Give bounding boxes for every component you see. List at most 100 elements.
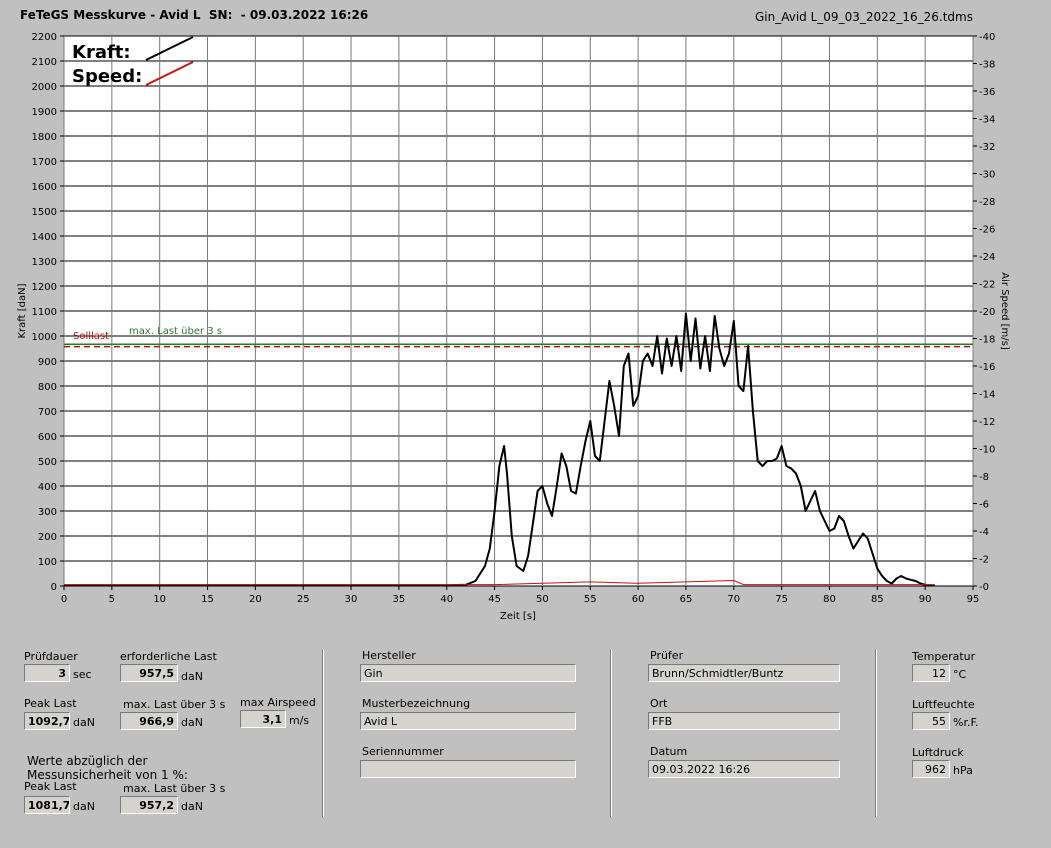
y2-tick-label: -16: [979, 362, 995, 373]
x-tick-label: 80: [823, 594, 836, 605]
peak-last-label: Peak Last: [24, 697, 77, 710]
y-tick-label: 600: [38, 432, 57, 443]
x-tick-label: 85: [871, 594, 884, 605]
y-tick-label: 0: [51, 582, 57, 593]
y2-tick-label: -20: [979, 307, 995, 318]
y2-tick-label: -36: [979, 87, 995, 98]
musterbezeichnung-field: Avid L: [360, 712, 576, 730]
x-tick-label: 95: [967, 594, 980, 605]
y-tick-label: 1100: [32, 307, 57, 318]
datum-label: Datum: [650, 745, 688, 758]
y2-tick-label: -22: [979, 280, 995, 291]
peak-last-2-label: Peak Last: [24, 780, 77, 793]
x-tick-label: 60: [632, 594, 645, 605]
luftfeuchte-field: 55: [912, 712, 950, 730]
y-tick-label: 2000: [32, 82, 57, 93]
y-tick-label: 2100: [32, 57, 57, 68]
y-axis-label: Kraft [daN]: [17, 283, 28, 338]
y2-tick-label: -6: [979, 500, 989, 511]
x-tick-label: 10: [153, 594, 166, 605]
x-tick-label: 45: [488, 594, 501, 605]
peak-last-2-unit: daN: [73, 800, 95, 813]
seriennummer-label: Seriennummer: [362, 745, 444, 758]
x-tick-label: 15: [201, 594, 214, 605]
pruefer-label: Prüfer: [650, 649, 684, 662]
y2-tick-label: -8: [979, 472, 989, 483]
x-tick-label: 35: [393, 594, 406, 605]
pruefdauer-unit: sec: [73, 668, 92, 681]
max-last-label: max. Last über 3 s: [129, 326, 222, 337]
x-tick-label: 75: [775, 594, 788, 605]
y2-tick-label: -12: [979, 417, 995, 428]
y-tick-label: 500: [38, 457, 57, 468]
luftdruck-field: 962: [912, 760, 950, 778]
x-tick-label: 5: [109, 594, 115, 605]
y2-tick-label: -0: [979, 582, 989, 593]
peak-last-2-field: 1081,7: [24, 796, 70, 814]
x-tick-label: 70: [727, 594, 740, 605]
x-tick-label: 20: [249, 594, 262, 605]
x-axis-label: Zeit [s]: [500, 611, 536, 622]
y-tick-label: 1200: [32, 282, 57, 293]
panel-separator: [610, 649, 612, 817]
hersteller-field: Gin: [360, 664, 576, 682]
seriennummer-field: [360, 760, 576, 778]
max-airspeed-label: max Airspeed: [240, 696, 316, 709]
ort-field: FFB: [648, 712, 840, 730]
x-tick-label: 90: [919, 594, 932, 605]
erforderliche-last-unit: daN: [181, 670, 203, 683]
y-tick-label: 200: [38, 532, 57, 543]
max-last-2-unit: daN: [181, 800, 203, 813]
y-tick-label: 900: [38, 357, 57, 368]
datum-field: 09.03.2022 16:26: [648, 760, 840, 778]
y-tick-label: 1000: [32, 332, 57, 343]
y-tick-label: 1800: [32, 132, 57, 143]
x-tick-label: 55: [584, 594, 597, 605]
max-last-field: 966,9: [120, 712, 178, 730]
panel-separator: [875, 649, 877, 817]
hersteller-label: Hersteller: [362, 649, 416, 662]
y2-tick-label: -14: [979, 390, 995, 401]
temperatur-label: Temperatur: [912, 650, 976, 663]
y2-tick-label: -26: [979, 225, 995, 236]
y2-tick-label: -38: [979, 60, 995, 71]
pruefdauer-field: 3: [24, 664, 70, 682]
temperatur-field: 12: [912, 664, 950, 682]
y2-tick-label: -40: [979, 32, 995, 43]
y-tick-label: 1400: [32, 232, 57, 243]
luftfeuchte-label: Luftfeuchte: [912, 698, 975, 711]
y-tick-label: 1600: [32, 182, 57, 193]
y2-tick-label: -30: [979, 170, 995, 181]
x-tick-label: 30: [345, 594, 358, 605]
max-last-label: max. Last über 3 s: [123, 698, 226, 711]
x-tick-label: 65: [680, 594, 693, 605]
max-airspeed-unit: m/s: [289, 714, 310, 727]
y2-axis-label: Air Speed [m/s]: [999, 272, 1010, 350]
luftdruck-label: Luftdruck: [912, 746, 964, 759]
y2-tick-label: -32: [979, 142, 995, 153]
y2-tick-label: -4: [979, 527, 989, 538]
max-last-2-field: 957,2: [120, 796, 178, 814]
max-last-2-label: max. Last über 3 s: [123, 782, 226, 795]
erforderliche-last-label: erforderliche Last: [120, 650, 217, 663]
pruefer-field: Brunn/Schmidtler/Buntz: [648, 664, 840, 682]
y-tick-label: 300: [38, 507, 57, 518]
luftfeuchte-unit: %r.F.: [953, 716, 979, 729]
x-tick-label: 40: [440, 594, 453, 605]
werte-text-line1: Werte abzüglich der: [27, 754, 148, 768]
ort-label: Ort: [650, 697, 668, 710]
solllast-label: Solllast: [73, 331, 109, 342]
peak-last-field: 1092,7: [24, 712, 70, 730]
y-tick-label: 800: [38, 382, 57, 393]
force-speed-chart: 0100200300400500600700800900100011001200…: [17, 32, 1010, 622]
x-tick-label: 25: [297, 594, 310, 605]
y-tick-label: 1900: [32, 107, 57, 118]
panel-separator: [322, 649, 324, 817]
max-airspeed-field: 3,1: [240, 710, 286, 728]
y2-tick-label: -2: [979, 555, 989, 566]
peak-last-unit: daN: [73, 716, 95, 729]
y-tick-label: 1300: [32, 257, 57, 268]
legend-speed-label: Speed:: [72, 66, 142, 87]
y2-tick-label: -24: [979, 252, 995, 263]
luftdruck-unit: hPa: [953, 764, 973, 777]
